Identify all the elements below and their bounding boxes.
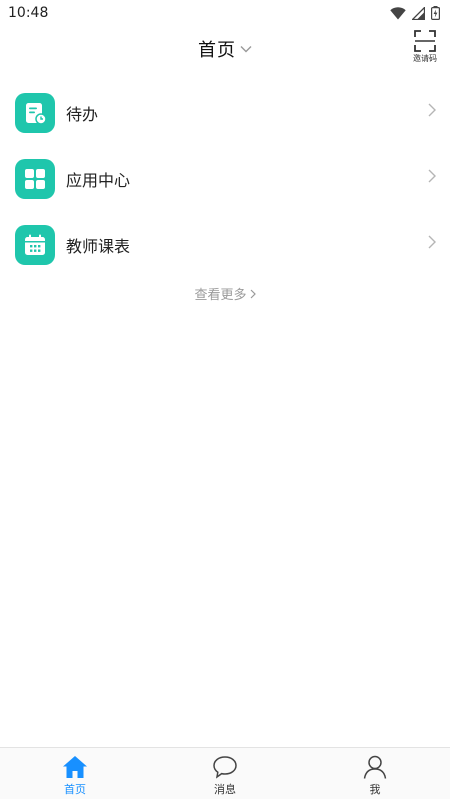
home-icon [62, 755, 88, 779]
battery-icon [431, 6, 440, 20]
message-icon [212, 755, 238, 779]
invite-code-button[interactable]: 邀请码 [410, 30, 440, 68]
page-title: 首页 [198, 40, 236, 61]
invite-code-label: 邀请码 [413, 54, 437, 63]
chevron-right-icon [428, 235, 436, 249]
tab-messages[interactable]: 消息 [150, 748, 300, 799]
menu-item-label: 教师课表 [66, 237, 131, 256]
bottom-tab-bar: 首页 消息 我 [0, 747, 450, 799]
menu-item-label: 待办 [66, 105, 99, 124]
chevron-right-icon [428, 103, 436, 117]
apps-grid-icon [15, 159, 55, 199]
view-more-link[interactable]: 查看更多 [0, 284, 450, 303]
status-time: 10:48 [8, 5, 49, 21]
menu-list: 待办 应用中心 教师课表 [0, 80, 450, 278]
view-more-label: 查看更多 [194, 288, 247, 303]
chevron-right-icon [428, 169, 436, 183]
scan-icon [414, 30, 436, 52]
app-header: 首页 邀请码 [0, 26, 450, 70]
title-dropdown[interactable]: 首页 [0, 36, 450, 62]
todo-icon [15, 93, 55, 133]
tab-label: 首页 [64, 783, 86, 796]
status-bar: 10:48 [0, 0, 450, 26]
wifi-icon [390, 6, 406, 20]
tab-label: 消息 [214, 783, 236, 796]
menu-item-teacher-schedule[interactable]: 教师课表 [0, 212, 450, 278]
app-screen: 10:48 首页 邀请码 待办 应用中心 教师课表 查看更多 首页 消息 我 [0, 0, 450, 799]
signal-icon [412, 6, 425, 20]
menu-item-todo[interactable]: 待办 [0, 80, 450, 146]
status-icons [390, 6, 440, 20]
chevron-down-icon [240, 45, 252, 53]
tab-home[interactable]: 首页 [0, 748, 150, 799]
menu-item-label: 应用中心 [66, 171, 131, 190]
tab-label: 我 [369, 783, 381, 796]
menu-item-app-center[interactable]: 应用中心 [0, 146, 450, 212]
tab-me[interactable]: 我 [300, 748, 450, 799]
calendar-icon [15, 225, 55, 265]
user-icon [362, 755, 388, 779]
chevron-right-icon [250, 289, 256, 299]
